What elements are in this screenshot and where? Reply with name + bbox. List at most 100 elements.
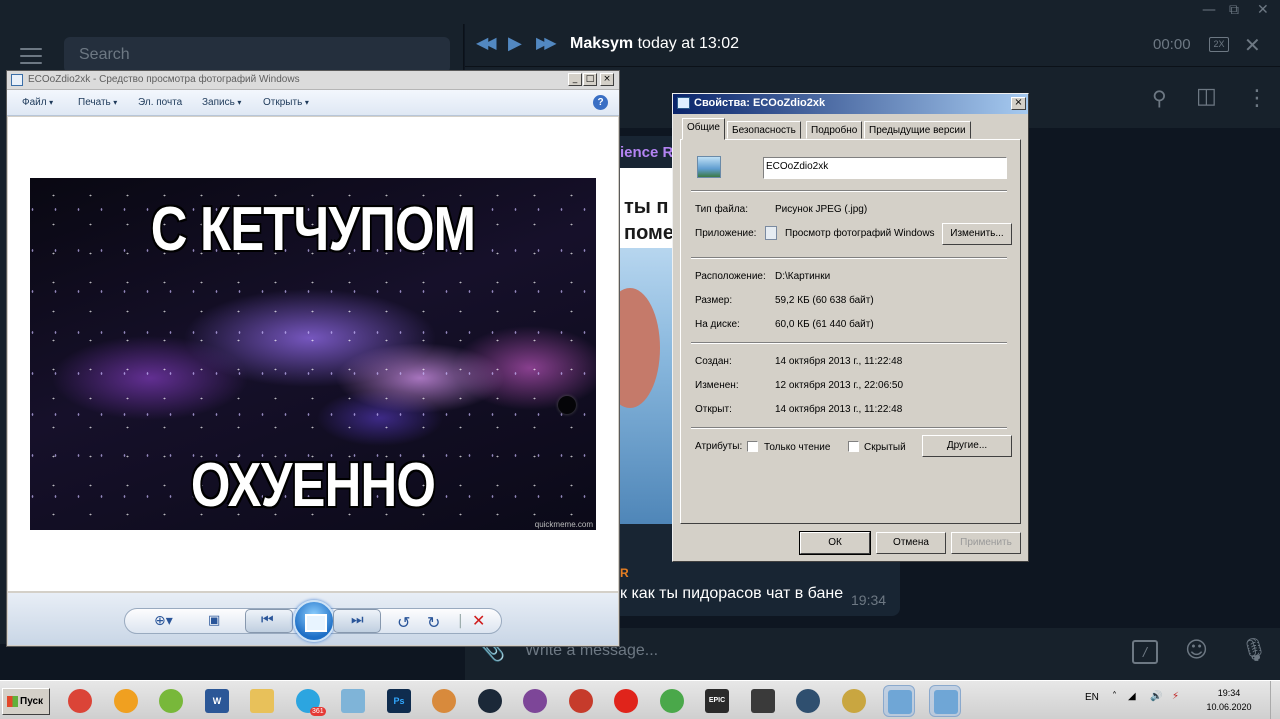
close-button[interactable]: × — [600, 73, 614, 86]
previous-button[interactable]: ⏮ — [245, 609, 293, 633]
sidebar-toggle-icon[interactable]: ◫ — [1196, 84, 1217, 109]
opened-value: 14 октября 2013 г., 11:22:48 — [775, 404, 903, 415]
rotate-left-icon[interactable]: ↺ — [397, 613, 410, 632]
photo-viewer-titlebar[interactable]: ECOoZdio2xk - Средство просмотра фотогра… — [7, 71, 619, 90]
message-image-text-2: поме — [624, 222, 674, 244]
search-input[interactable]: Search — [64, 37, 450, 73]
player-track-info[interactable]: Maksym today at 13:02 — [570, 35, 739, 53]
disk-size-value: 60,0 КБ (61 440 байт) — [775, 319, 874, 330]
actual-size-icon[interactable]: ▣ — [208, 613, 220, 628]
notepad-taskbar-icon[interactable] — [337, 685, 369, 717]
menu-file[interactable]: Файл — [22, 97, 53, 108]
delete-icon[interactable]: ✕ — [472, 611, 485, 630]
menu-open[interactable]: Открыть — [263, 97, 309, 108]
size-value: 59,2 КБ (60 638 байт) — [775, 295, 874, 306]
apply-button[interactable]: Применить — [951, 532, 1021, 554]
photo-viewer-toolbar: ⊕▾ ▣ ⏮ ⏭ ↺ ↻ | ✕ — [8, 593, 618, 645]
help-icon[interactable]: ? — [593, 95, 608, 110]
minimize-button[interactable]: _ — [568, 73, 582, 86]
hamburger-menu-icon[interactable] — [20, 48, 42, 69]
close-icon[interactable]: ✕ — [1257, 2, 1269, 18]
toolbar-divider: | — [458, 613, 463, 629]
aimp-taskbar-icon[interactable] — [110, 685, 142, 717]
tab-details[interactable]: Подробно — [806, 121, 863, 139]
separator — [691, 342, 1007, 344]
filename-field[interactable]: ECOoZdio2xk — [763, 157, 1007, 179]
zoom-icon[interactable]: ⊕▾ — [154, 613, 173, 629]
clock-date: 10.06.2020 — [1206, 702, 1252, 712]
tab-general[interactable]: Общие — [682, 118, 725, 140]
cancel-button[interactable]: Отмена — [876, 532, 946, 554]
next-button[interactable]: ⏭ — [333, 609, 381, 633]
opera-taskbar-icon[interactable] — [610, 685, 642, 717]
disk-size-label: На диске: — [695, 319, 740, 330]
minimize-icon[interactable]: — — [1202, 2, 1216, 18]
message-image[interactable]: ты п поме — [620, 168, 676, 524]
monitor-taskbar-icon[interactable] — [747, 685, 779, 717]
search-icon[interactable]: ⚲ — [1152, 86, 1167, 110]
readonly-checkbox[interactable] — [747, 441, 758, 452]
attributes-label: Атрибуты: — [695, 441, 743, 452]
tab-previous-versions[interactable]: Предыдущие версии — [864, 121, 971, 139]
photo-viewer-2-taskbar-icon[interactable] — [929, 685, 961, 717]
properties-title: Свойства: ECOoZdio2xk — [694, 97, 826, 109]
close-button[interactable]: × — [1011, 97, 1026, 110]
menu-email[interactable]: Эл. почта — [138, 97, 182, 108]
menu-print[interactable]: Печать — [78, 97, 117, 108]
telegram-taskbar-icon[interactable]: 361 — [292, 685, 326, 717]
language-indicator[interactable]: EN — [1085, 692, 1099, 703]
rotate-right-icon[interactable]: ↻ — [427, 613, 440, 632]
taskbar: Пуск W 361 Ps EPIC EN ˄ ◢ 🔊 ⚡ 19:34 10.06.2… — [0, 680, 1280, 719]
hidden-checkbox[interactable] — [848, 441, 859, 452]
telegram-titlebar: — ⧉ ✕ — [0, 0, 1280, 24]
tor-browser-taskbar-icon[interactable] — [519, 685, 551, 717]
play-icon[interactable]: ▶ — [508, 33, 522, 54]
photo-viewer-1-taskbar-icon[interactable] — [883, 685, 915, 717]
next-track-icon[interactable]: ▶▶ — [536, 33, 557, 52]
settings-gear-taskbar-icon[interactable] — [838, 685, 870, 717]
readonly-label: Только чтение — [764, 442, 831, 453]
clock[interactable]: 19:34 10.06.2020 — [1200, 686, 1258, 714]
player-close-icon[interactable]: ✕ — [1244, 33, 1261, 58]
advanced-button[interactable]: Другие... — [922, 435, 1012, 457]
volume-icon[interactable]: 🔊 — [1150, 691, 1162, 702]
explorer-taskbar-icon[interactable] — [246, 685, 278, 717]
menu-burn[interactable]: Запись — [202, 97, 241, 108]
meme-bottom-text: ОХУЕННО — [190, 451, 436, 520]
maximize-icon[interactable]: ⧉ — [1229, 2, 1239, 18]
slideshow-button[interactable] — [293, 600, 335, 642]
more-vertical-icon[interactable]: ⋮ — [1246, 86, 1268, 111]
media-taskbar-icon[interactable] — [656, 685, 688, 717]
vpn-taskbar-icon[interactable] — [792, 685, 824, 717]
photoshop-taskbar-icon[interactable]: Ps — [383, 685, 415, 717]
created-value: 14 октября 2013 г., 11:22:48 — [775, 356, 903, 367]
modified-value: 12 октября 2013 г., 22:06:50 — [775, 380, 904, 391]
steam-taskbar-icon[interactable] — [474, 685, 506, 717]
watermark: quickmeme.com — [534, 520, 593, 529]
properties-titlebar[interactable]: Свойства: ECOoZdio2xk × — [673, 94, 1028, 114]
clock-time: 19:34 — [1217, 688, 1241, 698]
network-icon[interactable]: ◢ — [1128, 691, 1136, 702]
epic-games-taskbar-icon[interactable]: EPIC — [701, 685, 733, 717]
tab-security[interactable]: Безопасность — [727, 121, 801, 139]
utorrent-taskbar-icon[interactable] — [155, 685, 187, 717]
power-icon[interactable]: ⚡ — [1172, 691, 1179, 702]
meme-top-text: С КЕТЧУПОМ — [150, 195, 476, 264]
show-hidden-icon[interactable]: ˄ — [1112, 691, 1117, 702]
microphone-icon[interactable]: 🎙 — [1240, 638, 1268, 663]
change-button[interactable]: Изменить... — [942, 223, 1012, 245]
start-button[interactable]: Пуск — [2, 688, 50, 715]
chrome-taskbar-icon[interactable] — [64, 685, 96, 717]
show-desktop-button[interactable] — [1270, 681, 1280, 719]
player-sender: Maksym — [570, 35, 634, 52]
bot-command-icon[interactable]: / — [1132, 640, 1158, 664]
maximize-button[interactable]: □ — [583, 73, 597, 86]
created-label: Создан: — [695, 356, 732, 367]
winamp-like-taskbar-icon[interactable] — [565, 685, 597, 717]
emoji-icon[interactable]: ☺ — [1185, 638, 1208, 663]
playback-speed-button[interactable]: 2X — [1209, 37, 1229, 52]
paint-taskbar-icon[interactable] — [428, 685, 460, 717]
previous-track-icon[interactable]: ◀◀ — [476, 33, 497, 52]
ok-button[interactable]: ОК — [799, 531, 871, 555]
word-taskbar-icon[interactable]: W — [201, 685, 233, 717]
